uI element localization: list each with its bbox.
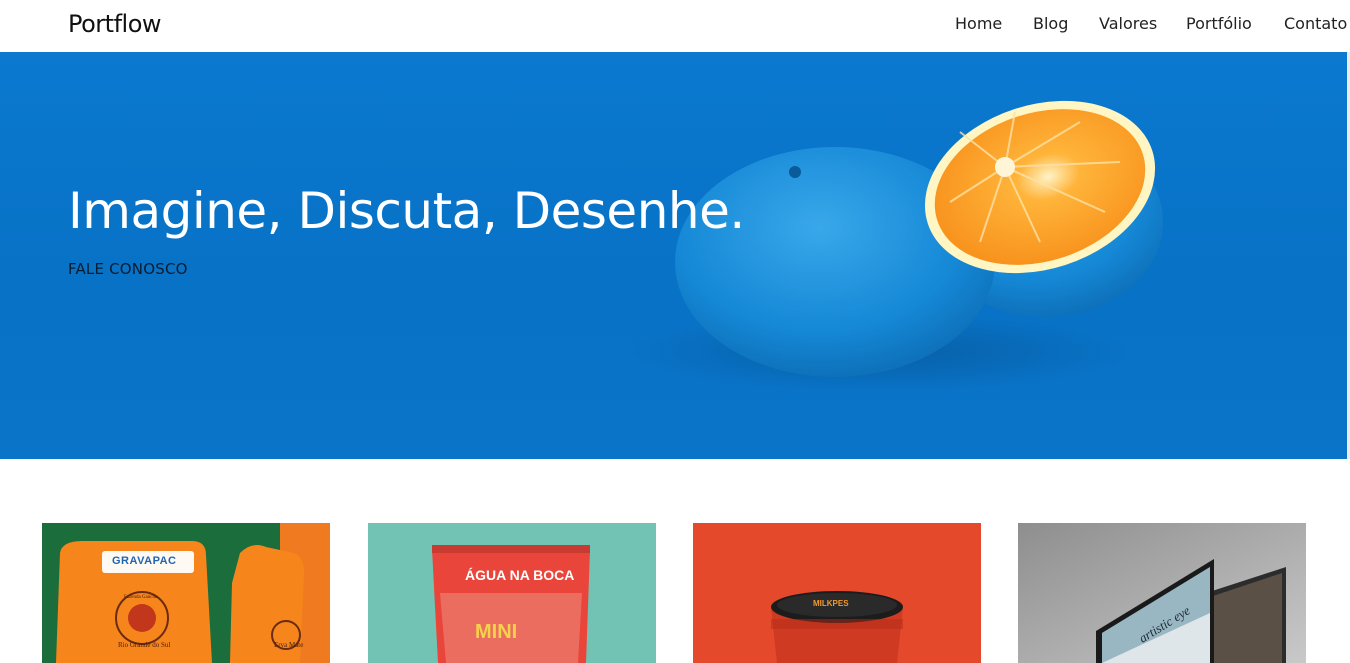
nav-blog[interactable]: Blog [1033,14,1068,33]
gravapac-bag-text: Erva Mate [274,641,304,649]
gravapac-seal-top: Fazenda Gaúcha [124,595,158,600]
pulp-center [995,157,1015,177]
contact-us-link[interactable]: FALE CONOSCO [68,260,188,278]
nav-contato[interactable]: Contato [1284,14,1347,33]
milkpes-cup-image [693,523,981,663]
portfolio-card-milkpes[interactable]: MILKPES [693,523,981,663]
nav-home[interactable]: Home [955,14,1002,33]
hero-banner: Imagine, Discuta, Desenhe. FALE CONOSCO [0,52,1350,459]
portfolio-card-artistic-eye[interactable]: artistic eye [1018,523,1306,663]
portfolio-grid: GRAVAPAC Rio Grande do Sul Erva Mate Faz… [0,459,1350,663]
nav-portfolio[interactable]: Portfólio [1186,14,1252,33]
agua-na-boca-title: ÁGUA NA BOCA [465,567,575,583]
hero-title: Imagine, Discuta, Desenhe. [68,182,745,240]
gravapac-brand: GRAVAPAC [112,555,177,567]
fruit-stem [789,166,801,178]
agua-na-boca-mini: MINI [475,621,518,643]
hero-orange-image [630,100,1163,392]
gravapac-label: Rio Grande do Sul [118,641,171,649]
main-nav: Home Blog Valores Portfólio Contato [0,0,1350,52]
portfolio-card-agua-na-boca[interactable]: ÁGUA NA BOCA MINI [368,523,656,663]
site-header: Portflow Home Blog Valores Portfólio Con… [0,0,1350,52]
nav-valores[interactable]: Valores [1099,14,1157,33]
artistic-eye-screens-image [1018,523,1306,663]
portfolio-card-gravapac[interactable]: GRAVAPAC Rio Grande do Sul Erva Mate Faz… [42,523,330,663]
milkpes-lid-text: MILKPES [813,599,849,608]
